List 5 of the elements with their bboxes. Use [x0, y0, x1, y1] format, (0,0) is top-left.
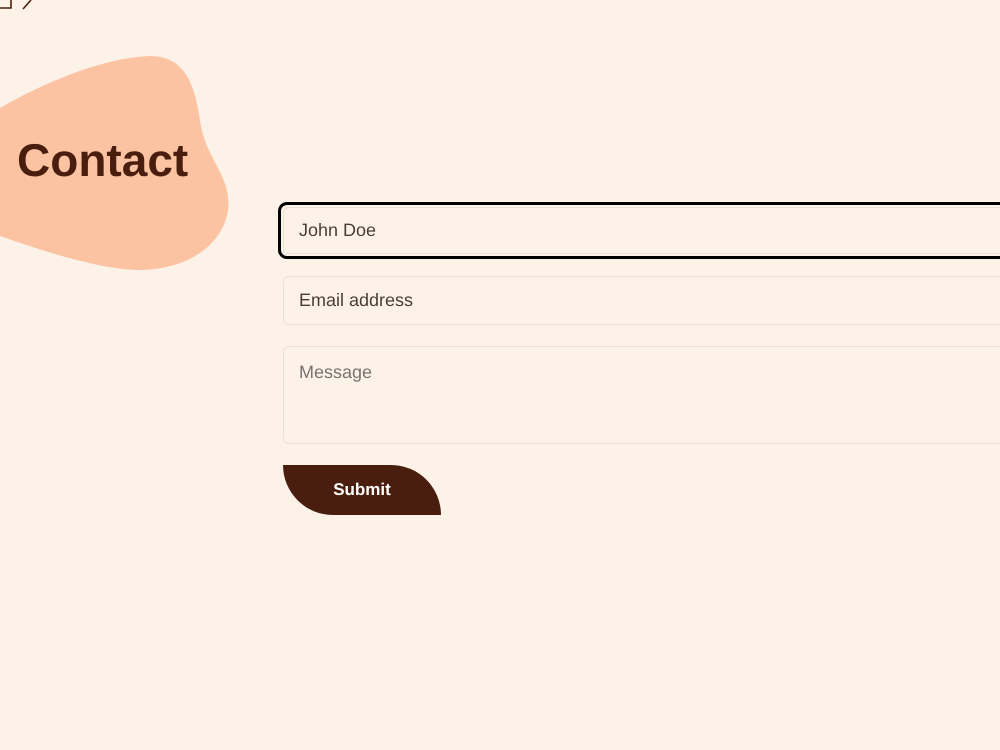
message-field[interactable]: Message [283, 346, 1000, 444]
submit-button[interactable]: Submit [283, 465, 441, 515]
contact-heading: Contact [17, 133, 188, 188]
logo-icon[interactable] [0, 0, 32, 10]
input-field[interactable]: John Doe [278, 202, 1000, 259]
